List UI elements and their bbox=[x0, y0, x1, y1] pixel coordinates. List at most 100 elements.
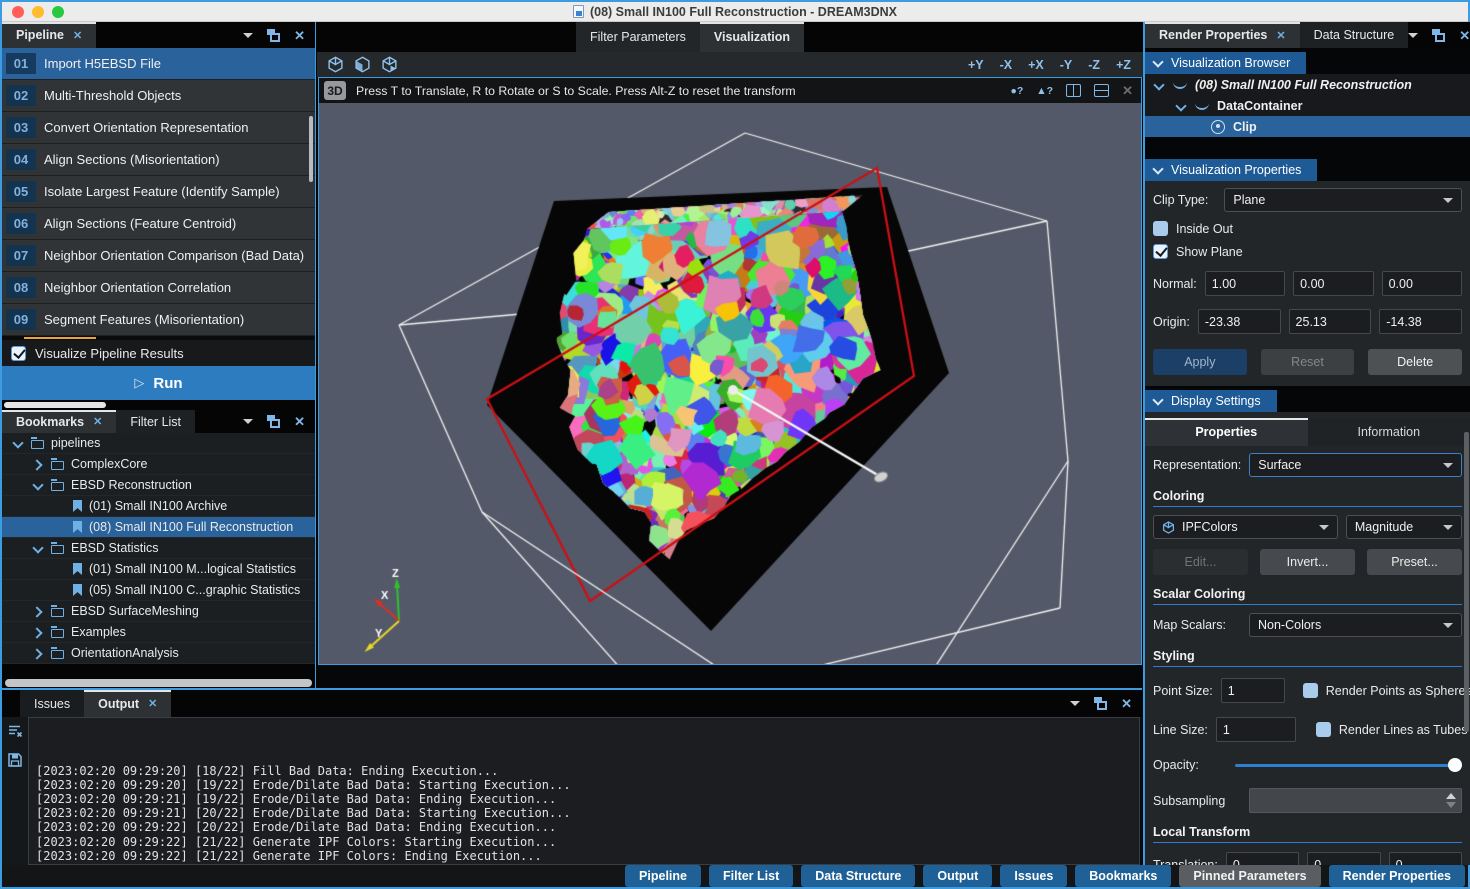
component-dropdown[interactable]: Magnitude bbox=[1346, 515, 1462, 539]
pipeline-step[interactable]: 04 Align Sections (Misorientation) bbox=[2, 144, 315, 176]
tab-output[interactable]: Output✕ bbox=[84, 690, 171, 717]
expand-chevron-icon[interactable] bbox=[12, 437, 24, 449]
panel-toggle-button[interactable]: Pipeline bbox=[625, 865, 701, 887]
camera-orientation-icon[interactable] bbox=[381, 56, 398, 73]
bookmarks-tree-item[interactable]: EBSD SurfaceMeshing bbox=[2, 601, 315, 622]
invert-colormap-button[interactable]: Invert... bbox=[1260, 549, 1355, 575]
visualization-properties-header[interactable]: Visualization Properties bbox=[1145, 159, 1317, 181]
tab-visualization[interactable]: Visualization bbox=[700, 22, 804, 52]
expand-chevron-icon[interactable] bbox=[32, 458, 44, 470]
line-size-input[interactable] bbox=[1216, 717, 1296, 742]
origin-x-input[interactable] bbox=[1198, 309, 1281, 334]
translation-x-input[interactable] bbox=[1226, 852, 1299, 865]
bookmarks-tree-item[interactable]: (05) Small IN100 C...graphic Statistics bbox=[2, 580, 315, 601]
close-tab-icon[interactable]: ✕ bbox=[73, 29, 82, 42]
split-view-vertical-icon[interactable] bbox=[1066, 84, 1081, 97]
normal-y-input[interactable] bbox=[1293, 271, 1373, 296]
axis-view-button[interactable]: -Y bbox=[1060, 58, 1073, 72]
expand-chevron-icon[interactable] bbox=[32, 626, 44, 638]
bookmarks-tree-item[interactable]: (01) Small IN100 Archive bbox=[2, 496, 315, 517]
bookmarks-tree-item[interactable]: Examples bbox=[2, 622, 315, 643]
visibility-eye-icon[interactable] bbox=[1211, 120, 1225, 134]
axis-view-button[interactable]: -Z bbox=[1088, 58, 1100, 72]
panel-toggle-button[interactable]: Output bbox=[923, 865, 992, 887]
clip-type-dropdown[interactable]: Plane bbox=[1224, 188, 1462, 212]
translation-y-input[interactable] bbox=[1307, 852, 1380, 865]
close-tab-icon[interactable]: ✕ bbox=[148, 697, 157, 710]
point-size-input[interactable] bbox=[1221, 678, 1285, 703]
panel-menu-caret-icon[interactable] bbox=[243, 419, 253, 424]
tab-filter-parameters[interactable]: Filter Parameters bbox=[576, 22, 700, 52]
axis-view-button[interactable]: +Z bbox=[1116, 58, 1131, 72]
bookmarks-tree-item[interactable]: (08) Small IN100 Full Reconstruction bbox=[2, 517, 315, 538]
slider-knob[interactable] bbox=[1448, 758, 1462, 772]
visibility-icon[interactable] bbox=[1173, 81, 1187, 89]
cell-picking-help-icon[interactable]: ▲? bbox=[1036, 85, 1053, 97]
undock-panel-icon[interactable] bbox=[267, 415, 280, 428]
panel-menu-caret-icon[interactable] bbox=[1070, 701, 1080, 706]
camera-fit-data-icon[interactable] bbox=[354, 56, 371, 73]
split-view-horizontal-icon[interactable] bbox=[1094, 84, 1109, 97]
right-panel-scrollbar[interactable] bbox=[1464, 432, 1469, 732]
normal-x-input[interactable] bbox=[1205, 271, 1285, 296]
expand-chevron-icon[interactable] bbox=[52, 521, 64, 533]
origin-z-input[interactable] bbox=[1379, 309, 1462, 334]
edit-colormap-button[interactable]: Edit... bbox=[1153, 549, 1248, 575]
pipeline-step[interactable]: 02 Multi-Threshold Objects bbox=[2, 80, 315, 112]
pipeline-vertical-scrollbar[interactable] bbox=[309, 116, 313, 182]
panel-toggle-button[interactable]: Pinned Parameters bbox=[1179, 865, 1320, 887]
minimize-window-button[interactable] bbox=[32, 6, 44, 18]
map-scalars-dropdown[interactable]: Non-Colors bbox=[1249, 613, 1462, 637]
panel-toggle-button[interactable]: Issues bbox=[1000, 865, 1067, 887]
normal-z-input[interactable] bbox=[1382, 271, 1462, 296]
panel-toggle-button[interactable]: Filter List bbox=[709, 865, 793, 887]
bookmarks-tree-item[interactable]: ComplexCore bbox=[2, 454, 315, 475]
visualize-results-checkbox[interactable] bbox=[11, 346, 26, 361]
clear-console-icon[interactable] bbox=[8, 724, 23, 743]
close-panel-icon[interactable]: ✕ bbox=[1121, 697, 1132, 710]
panel-toggle-button[interactable]: Bookmarks bbox=[1075, 865, 1171, 887]
close-tab-icon[interactable]: ✕ bbox=[1276, 29, 1285, 42]
point-picking-help-icon[interactable]: ●? bbox=[1011, 85, 1024, 97]
pipeline-step[interactable]: 06 Align Sections (Feature Centroid) bbox=[2, 208, 315, 240]
tab-bookmarks[interactable]: Bookmarks✕ bbox=[2, 410, 116, 433]
save-output-icon[interactable] bbox=[8, 753, 22, 772]
browser-item-datacontainer[interactable]: DataContainer bbox=[1145, 95, 1470, 116]
pipeline-step[interactable]: 03 Convert Orientation Representation bbox=[2, 112, 315, 144]
pipeline-step[interactable]: 08 Neighbor Orientation Correlation bbox=[2, 272, 315, 304]
pipeline-step[interactable]: 09 Segment Features (Misorientation) bbox=[2, 304, 315, 336]
display-settings-header[interactable]: Display Settings bbox=[1145, 390, 1277, 412]
tab-data-structure[interactable]: Data Structure bbox=[1300, 22, 1409, 48]
panel-toggle-button[interactable]: Data Structure bbox=[801, 865, 915, 887]
undock-panel-icon[interactable] bbox=[1432, 29, 1445, 42]
close-window-button[interactable] bbox=[12, 6, 24, 18]
panel-menu-caret-icon[interactable] bbox=[1408, 33, 1418, 38]
bookmarks-tree-item[interactable]: EBSD Statistics bbox=[2, 538, 315, 559]
pipeline-step[interactable]: 01 Import H5EBSD File bbox=[2, 48, 315, 80]
subsampling-spinbox[interactable] bbox=[1249, 788, 1462, 813]
run-pipeline-button[interactable]: ▷ Run bbox=[2, 366, 315, 400]
browser-item-root[interactable]: (08) Small IN100 Full Reconstruction bbox=[1145, 74, 1470, 95]
close-panel-icon[interactable]: ✕ bbox=[294, 415, 305, 428]
render-points-as-spheres-checkbox[interactable] bbox=[1303, 683, 1318, 698]
expand-chevron-icon[interactable] bbox=[52, 500, 64, 512]
representation-dropdown[interactable]: Surface bbox=[1249, 453, 1462, 477]
undock-panel-icon[interactable] bbox=[1094, 697, 1107, 710]
visualization-browser-header[interactable]: Visualization Browser bbox=[1145, 52, 1306, 74]
pipeline-horizontal-scrollbar[interactable] bbox=[2, 400, 315, 410]
close-panel-icon[interactable]: ✕ bbox=[1459, 29, 1470, 42]
origin-y-input[interactable] bbox=[1289, 309, 1372, 334]
translation-z-input[interactable] bbox=[1389, 852, 1462, 865]
axis-view-button[interactable]: +Y bbox=[968, 58, 984, 72]
inside-out-checkbox[interactable] bbox=[1153, 221, 1168, 236]
show-plane-checkbox[interactable] bbox=[1153, 244, 1168, 259]
close-panel-icon[interactable]: ✕ bbox=[294, 29, 305, 42]
color-array-dropdown[interactable]: IPFColors bbox=[1153, 515, 1338, 539]
bookmarks-tree-item[interactable]: OrientationAnalysis bbox=[2, 643, 315, 664]
preset-colormap-button[interactable]: Preset... bbox=[1367, 549, 1462, 575]
expand-chevron-icon[interactable] bbox=[32, 605, 44, 617]
expand-chevron-icon[interactable] bbox=[32, 647, 44, 659]
bookmarks-tree-item[interactable]: pipelines bbox=[2, 433, 315, 454]
zoom-window-button[interactable] bbox=[52, 6, 64, 18]
expand-chevron-icon[interactable] bbox=[52, 584, 64, 596]
